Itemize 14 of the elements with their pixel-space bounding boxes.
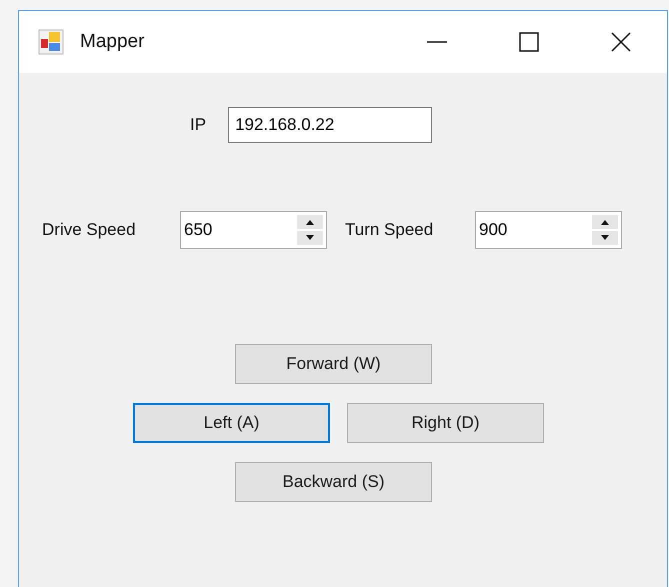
spinner-value: 650 bbox=[183, 219, 214, 242]
number-spinner[interactable]: 900 bbox=[475, 211, 622, 249]
window-title: Mapper bbox=[80, 30, 144, 54]
speed-label: Turn Speed bbox=[345, 219, 434, 242]
ip-field[interactable]: 192.168.0.22 bbox=[228, 107, 432, 143]
direction-button[interactable]: Right (D) bbox=[347, 403, 544, 443]
direction-button[interactable]: Left (A) bbox=[133, 403, 330, 443]
spinner-value: 900 bbox=[478, 219, 508, 242]
ip-label: IP bbox=[190, 114, 206, 136]
direction-button[interactable]: Forward (W) bbox=[235, 344, 432, 384]
number-spinner[interactable]: 650 bbox=[180, 211, 327, 249]
app-icon bbox=[38, 29, 64, 55]
direction-button[interactable]: Backward (S) bbox=[235, 462, 432, 502]
speed-label: Drive Speed bbox=[42, 219, 137, 242]
